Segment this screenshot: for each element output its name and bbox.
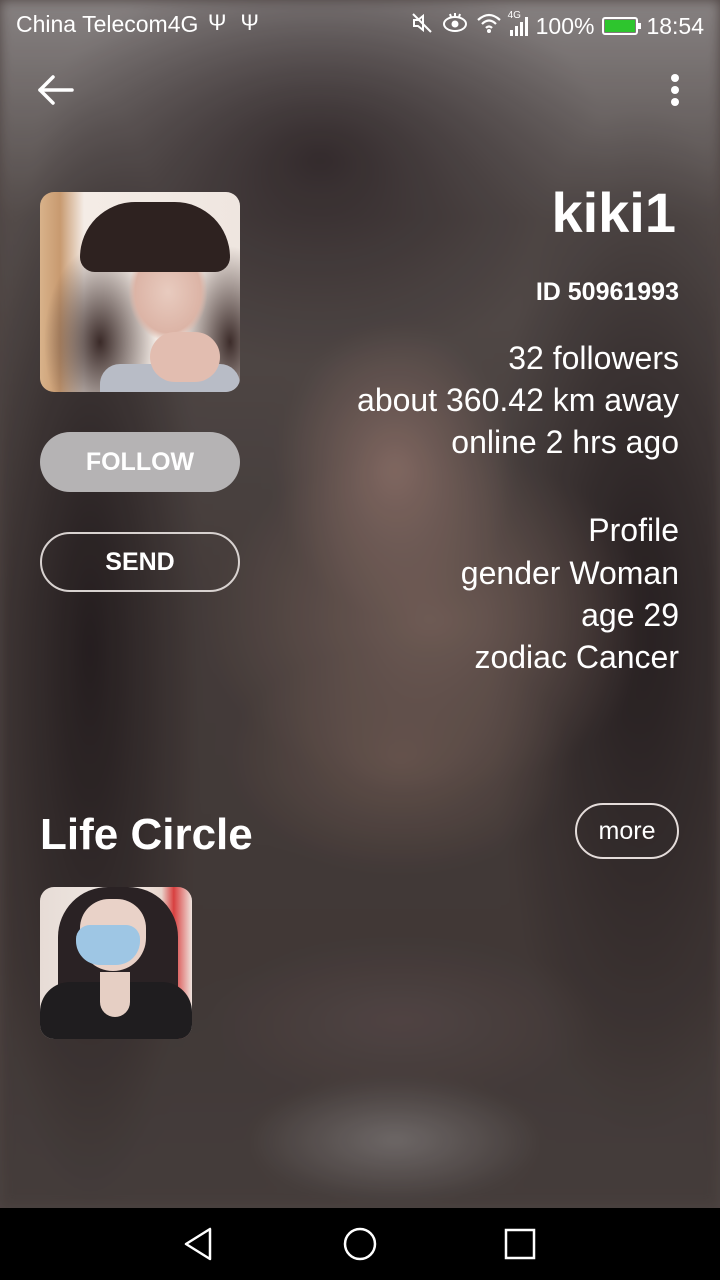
battery-charging-icon [602,17,642,35]
online-status: online 2 hrs ago [451,424,679,460]
nav-back-icon [184,1227,212,1261]
back-arrow-icon [38,75,74,105]
user-id: ID 50961993 [535,278,679,306]
nav-recent-button[interactable] [500,1224,540,1264]
more-options-button[interactable] [660,70,690,110]
wifi-icon [476,12,502,40]
profile-avatar[interactable] [40,192,240,392]
nav-home-icon [343,1227,377,1261]
profile-section-label: Profile [588,512,679,548]
nav-back-button[interactable] [180,1224,220,1264]
life-circle-thumbnail[interactable] [40,887,192,1039]
username: kiki1 [551,181,676,244]
follow-button[interactable]: FOLLOW [40,432,240,492]
eye-comfort-icon [442,12,468,40]
carrier-label: China Telecom4G [16,11,199,37]
profile-screen: China Telecom4G Ψ Ψ 4G 100% 18:54 kiki1 … [0,0,720,1280]
send-button[interactable]: SEND [40,532,240,592]
network-type-label: 4G [507,10,521,21]
status-icons: 4G 100% 18:54 [410,10,704,41]
nav-recent-icon [504,1228,536,1260]
usb-icon: Ψ Ψ [208,10,263,35]
gender-text: gender Woman [460,555,679,591]
nav-home-button[interactable] [340,1224,380,1264]
battery-percent: 100% [535,12,595,39]
zodiac-text: zodiac Cancer [474,639,679,675]
more-button[interactable]: more [575,803,679,859]
back-button[interactable] [36,70,76,110]
system-navigation-bar [0,1208,720,1280]
status-bar: China Telecom4G Ψ Ψ 4G 100% 18:54 [0,0,720,50]
life-circle-title: Life Circle [40,810,253,859]
distance-text: about 360.42 km away [357,382,679,418]
signal-icon: 4G [508,10,528,36]
age-text: age 29 [581,597,679,633]
clock: 18:54 [646,12,704,39]
mute-icon [410,11,434,41]
followers-count: 32 followers [508,340,679,376]
